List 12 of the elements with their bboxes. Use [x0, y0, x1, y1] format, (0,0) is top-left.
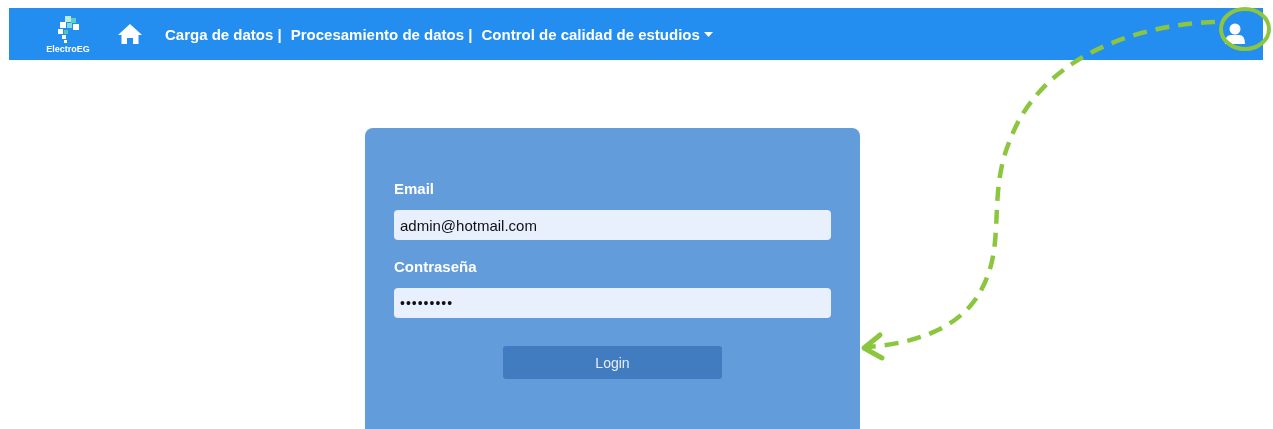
email-field[interactable]: admin@hotmail.com	[394, 210, 831, 240]
nav-link[interactable]: Carga de datos |	[165, 25, 282, 43]
caret-icon	[703, 31, 713, 37]
nav-link[interactable]: Control de calidad de estudios	[481, 25, 713, 43]
nav-link[interactable]: Procesamiento de datos |	[290, 25, 473, 43]
field-label: Email	[394, 180, 435, 197]
login-button[interactable]: Login	[503, 346, 722, 379]
user-icon[interactable]	[1225, 23, 1245, 45]
brand-name: ElectroEG	[46, 44, 90, 54]
home-icon[interactable]	[117, 23, 143, 45]
field-label: Contraseña	[394, 258, 477, 275]
password-field[interactable]: •••••••••	[394, 288, 831, 318]
